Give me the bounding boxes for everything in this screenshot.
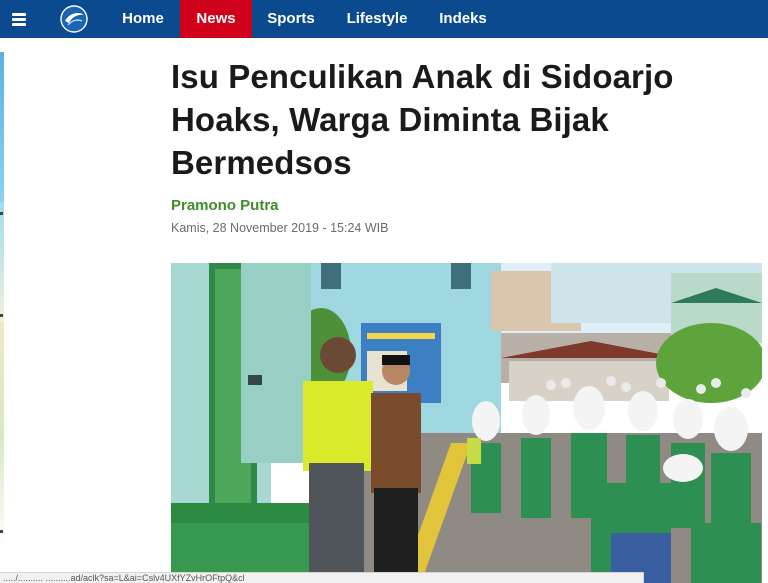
nav-news-active[interactable]: News [180, 0, 252, 38]
article-date: Kamis, 28 November 2019 - 15:24 WIB [171, 221, 389, 235]
nav-home[interactable]: Home [110, 0, 176, 38]
article-title: Isu Penculikan Anak di Sidoarjo Hoaks, W… [171, 58, 674, 181]
article-author[interactable]: Pramono Putra [171, 197, 279, 214]
nav-indeks[interactable]: Indeks [428, 0, 498, 38]
status-bar-url: ...../.......... ..........ad/aclk?sa=L&… [0, 572, 644, 583]
top-navigation: Home News Sports Lifestyle Indeks [0, 0, 768, 38]
menu-icon[interactable] [12, 10, 30, 28]
nav-lifestyle[interactable]: Lifestyle [334, 0, 420, 38]
left-sidebar-ad[interactable] [0, 52, 6, 577]
nav-sports[interactable]: Sports [256, 0, 326, 38]
article-photo [171, 263, 762, 583]
site-logo[interactable] [60, 5, 88, 33]
